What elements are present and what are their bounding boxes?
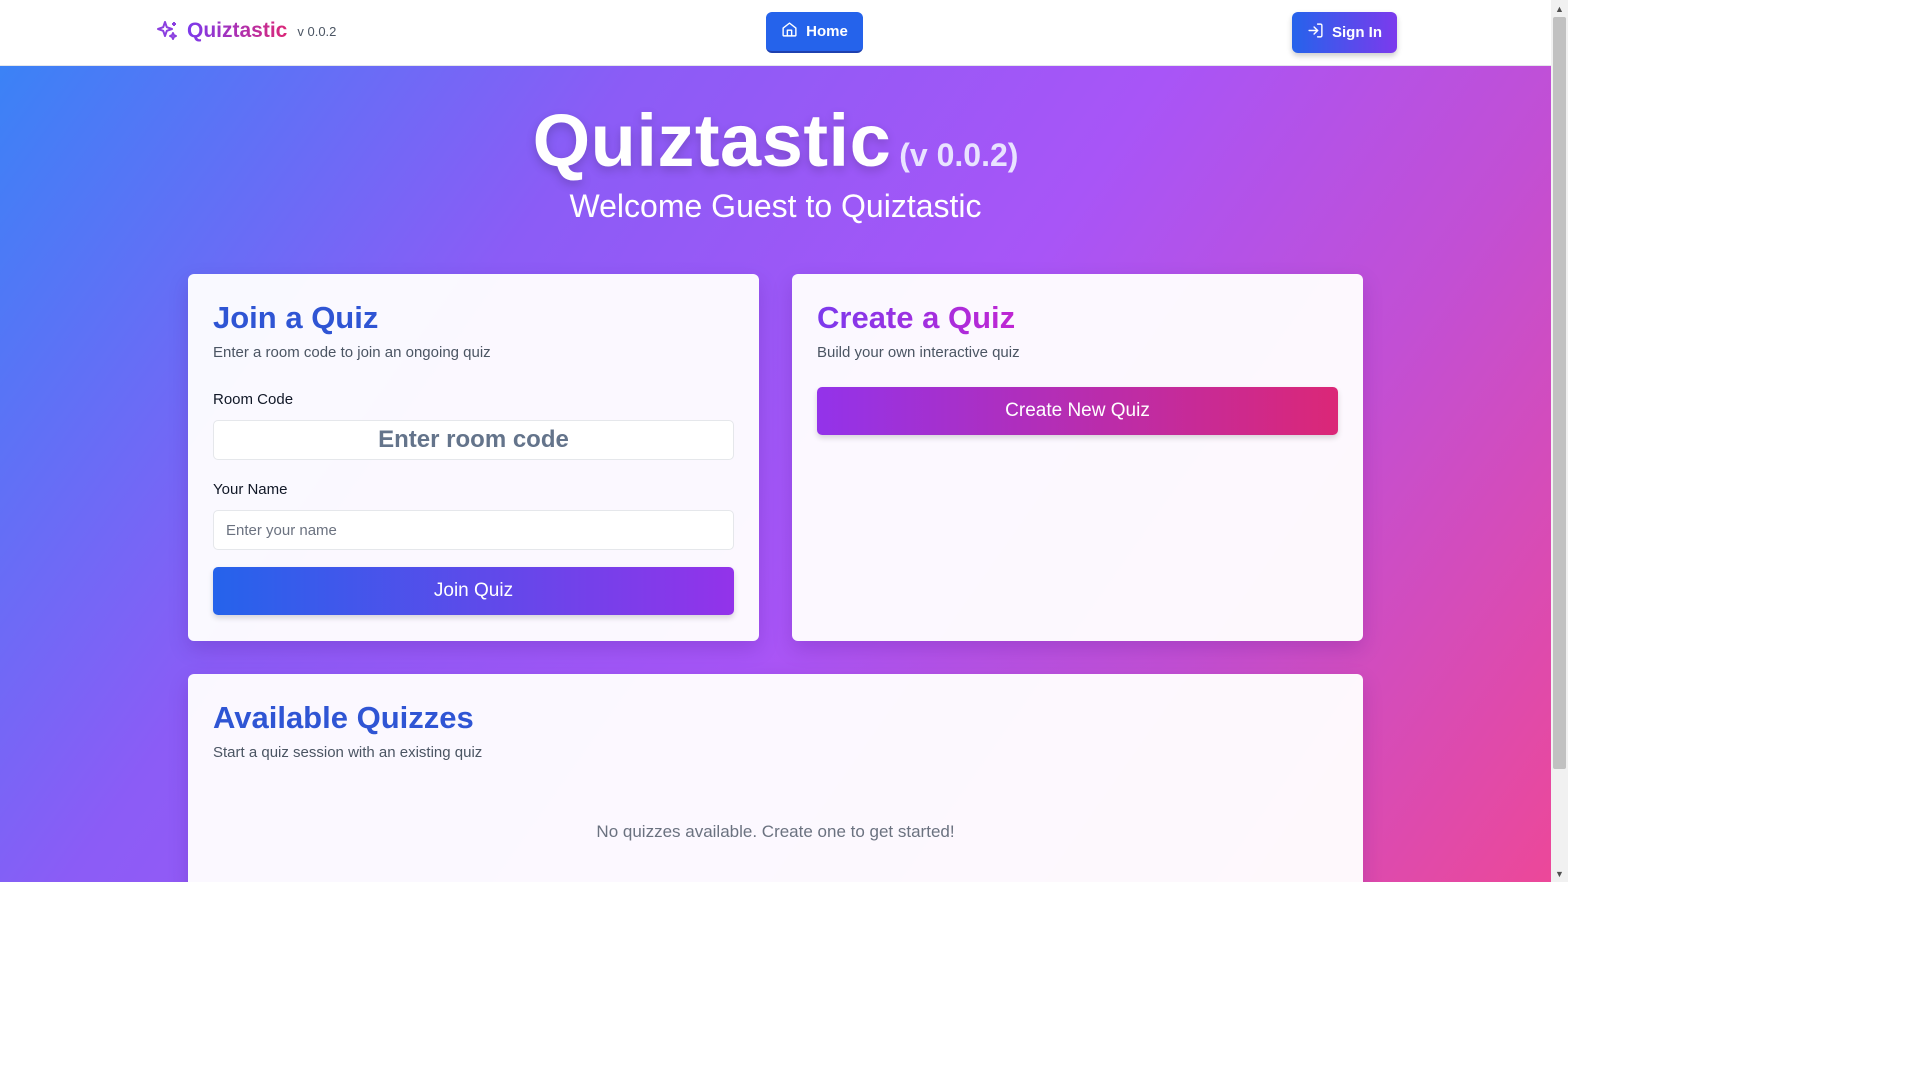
hero-title-text: Quiztastic bbox=[532, 99, 892, 182]
room-code-input[interactable] bbox=[213, 420, 734, 460]
scroll-up-arrow-icon[interactable]: ▲ bbox=[1551, 0, 1568, 17]
scroll-down-arrow-icon[interactable]: ▼ bbox=[1551, 865, 1568, 882]
your-name-label: Your Name bbox=[213, 481, 288, 498]
top-navigation-bar: Quiztastic v 0.0.2 Home Sign In bbox=[0, 0, 1551, 66]
nav-home-label: Home bbox=[806, 23, 848, 40]
join-quiz-card: Join a Quiz Enter a room code to join an… bbox=[188, 274, 759, 641]
create-new-quiz-button[interactable]: Create New Quiz bbox=[817, 387, 1338, 435]
join-quiz-title: Join a Quiz bbox=[213, 300, 379, 335]
brand-version: v 0.0.2 bbox=[297, 23, 337, 39]
available-quizzes-card: Available Quizzes Start a quiz session w… bbox=[188, 674, 1363, 882]
hero-title: Quiztastic (v 0.0.2) bbox=[0, 98, 1551, 183]
hero-title-version: (v 0.0.2) bbox=[899, 137, 1019, 173]
create-quiz-card: Create a Quiz Build your own interactive… bbox=[792, 274, 1363, 641]
available-quizzes-subtitle: Start a quiz session with an existing qu… bbox=[213, 744, 483, 761]
sparkles-icon bbox=[155, 19, 179, 43]
scrollbar-thumb[interactable] bbox=[1553, 17, 1566, 769]
sign-in-button[interactable]: Sign In bbox=[1292, 12, 1397, 53]
nav-home-button[interactable]: Home bbox=[766, 12, 863, 53]
join-quiz-subtitle: Enter a room code to join an ongoing qui… bbox=[213, 344, 491, 361]
empty-state-message: No quizzes available. Create one to get … bbox=[596, 822, 955, 841]
your-name-input[interactable] bbox=[213, 510, 734, 550]
home-icon bbox=[781, 21, 798, 42]
available-quizzes-title: Available Quizzes bbox=[213, 700, 474, 735]
main-content: Quiztastic (v 0.0.2) Welcome Guest to Qui… bbox=[0, 66, 1551, 882]
join-quiz-button[interactable]: Join Quiz bbox=[213, 567, 734, 615]
create-quiz-title: Create a Quiz bbox=[817, 300, 1016, 335]
brand-name: Quiztastic bbox=[187, 19, 288, 42]
create-quiz-subtitle: Build your own interactive quiz bbox=[817, 344, 1020, 361]
welcome-message: Welcome Guest to Quiztastic bbox=[569, 188, 982, 224]
room-code-label: Room Code bbox=[213, 391, 294, 408]
sign-in-label: Sign In bbox=[1332, 24, 1382, 41]
page-scrollbar[interactable]: ▲ ▼ bbox=[1551, 0, 1568, 882]
brand-logo[interactable]: Quiztastic v 0.0.2 bbox=[155, 19, 336, 43]
log-in-icon bbox=[1307, 22, 1324, 43]
